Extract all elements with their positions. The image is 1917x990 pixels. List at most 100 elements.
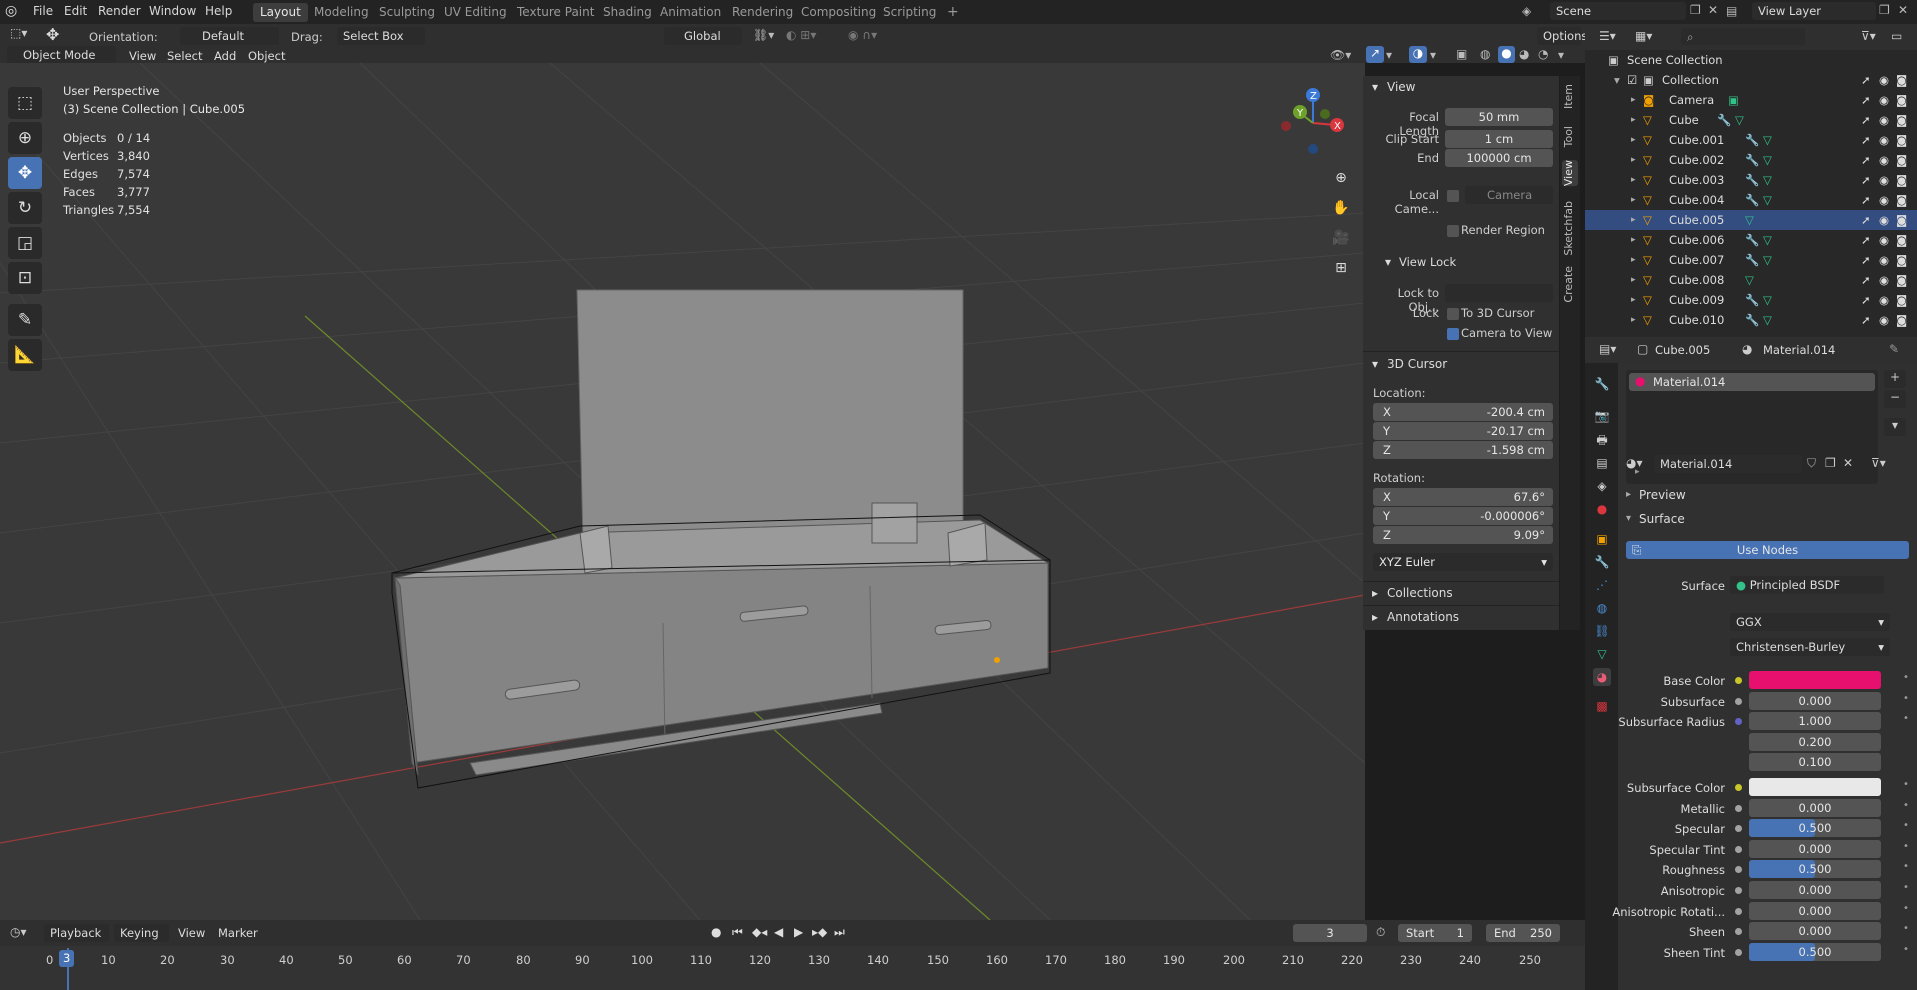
move-tool-icon[interactable]: ✥ <box>46 25 59 44</box>
eye-icon[interactable]: ◉ <box>1879 90 1889 110</box>
shader-input-field[interactable]: 0.000 <box>1749 799 1881 817</box>
surface-section-title[interactable]: Surface <box>1639 512 1685 526</box>
camera-render-icon[interactable]: ◙ <box>1896 270 1907 290</box>
header-menu-select[interactable]: Select <box>167 49 202 63</box>
start-frame-field[interactable]: Start 1 <box>1398 924 1472 942</box>
visibility-icon[interactable]: 👁▾ <box>1330 48 1351 62</box>
select-toggle-icon[interactable]: ➚ <box>1861 250 1871 270</box>
duplicate-icon[interactable]: ❐ <box>1825 456 1836 470</box>
chevron-right-icon[interactable]: ▸ <box>1631 210 1636 230</box>
camera-render-icon[interactable]: ◙ <box>1896 90 1907 110</box>
select-toggle-icon[interactable]: ➚ <box>1861 190 1871 210</box>
move-tool-icon[interactable]: ✥ <box>8 157 42 189</box>
select-toggle-icon[interactable]: ➚ <box>1861 310 1871 330</box>
shading-dropdown-icon[interactable]: ▾ <box>1558 48 1564 62</box>
shader-input-field[interactable]: 1.000 <box>1749 712 1881 730</box>
transform-tool-icon[interactable]: ⊡ <box>8 262 42 294</box>
output-tab-icon[interactable]: 🖶 <box>1593 431 1611 449</box>
camera-render-icon[interactable]: ◙ <box>1896 170 1907 190</box>
select-toggle-icon[interactable]: ➚ <box>1861 150 1871 170</box>
jump-keyframe-back-icon[interactable]: ◆◂ <box>752 925 767 939</box>
scene-icon[interactable]: ◈ <box>1522 4 1531 18</box>
overlay-toggle-icon[interactable]: ◑ <box>1409 46 1427 63</box>
shader-input-field[interactable]: 0.000 <box>1749 692 1881 710</box>
menu-file[interactable]: File <box>33 4 53 18</box>
tab-uv-editing[interactable]: UV Editing <box>437 3 514 22</box>
gizmo-dropdown-icon[interactable]: ▾ <box>1386 48 1392 62</box>
record-icon[interactable]: ● <box>711 925 721 939</box>
collections-section-title[interactable]: Collections <box>1387 586 1453 600</box>
chevron-right-icon[interactable]: ▸ <box>1631 250 1636 270</box>
subsurface-method-dropdown[interactable]: Christensen-Burley ▾ <box>1730 638 1890 656</box>
sidebar-tab-view[interactable]: View <box>1562 160 1578 187</box>
socket-icon[interactable] <box>1735 825 1742 832</box>
location-z-field[interactable]: Z -1.598 cm <box>1373 441 1553 459</box>
object-tab-icon[interactable]: ▣ <box>1593 530 1611 548</box>
outliner-row-collection[interactable]: ▾ ☑ ▣ Collection ➚ ◉ ◙ <box>1585 70 1917 90</box>
color-swatch[interactable] <box>1749 778 1881 796</box>
keyframe-dot-icon[interactable]: • <box>1903 779 1909 790</box>
outliner-row-object[interactable]: ▸ ▽ Cube.010 🔧 ▽ ➚ ◉ ◙ <box>1585 310 1917 330</box>
chevron-down-icon[interactable]: ▾ <box>1626 513 1631 524</box>
render-region-checkbox[interactable] <box>1447 225 1459 237</box>
camera-render-icon[interactable]: ◙ <box>1896 110 1907 130</box>
socket-icon[interactable] <box>1735 866 1742 873</box>
socket-icon[interactable] <box>1735 928 1742 935</box>
outliner-row-object[interactable]: ▸ ▽ Cube.003 🔧 ▽ ➚ ◉ ◙ <box>1585 170 1917 190</box>
eye-icon[interactable]: ◉ <box>1879 190 1889 210</box>
camera-render-icon[interactable]: ◙ <box>1896 230 1907 250</box>
annotate-tool-icon[interactable]: ✎ <box>8 304 42 336</box>
chevron-right-icon[interactable]: ▸ <box>1631 130 1636 150</box>
chevron-down-icon[interactable]: ▾ <box>1614 70 1620 90</box>
camera-to-view-checkbox[interactable] <box>1447 328 1459 340</box>
focal-length-field[interactable]: 50 mm <box>1445 108 1553 126</box>
eye-icon[interactable]: ◉ <box>1879 70 1889 90</box>
chevron-right-icon[interactable]: ▸ <box>1631 170 1636 190</box>
menu-render[interactable]: Render <box>98 4 141 18</box>
eye-icon[interactable]: ◉ <box>1879 210 1889 230</box>
keying-menu[interactable]: Keying <box>114 924 169 942</box>
lock-to-object-field[interactable] <box>1445 284 1553 302</box>
editor-type-icon[interactable]: ☰▾ <box>1599 29 1616 43</box>
select-toggle-icon[interactable]: ➚ <box>1861 210 1871 230</box>
camera-render-icon[interactable]: ◙ <box>1896 290 1907 310</box>
blender-logo-icon[interactable]: ◎ <box>5 3 21 19</box>
eye-icon[interactable]: ◉ <box>1879 150 1889 170</box>
pan-hand-icon[interactable]: ✋ <box>1330 200 1352 222</box>
location-y-field[interactable]: Y -20.17 cm <box>1373 422 1553 440</box>
socket-icon[interactable] <box>1735 908 1742 915</box>
end-frame-field[interactable]: End 250 <box>1486 924 1560 942</box>
close-icon[interactable]: ✕ <box>1708 3 1718 17</box>
rotation-mode-dropdown[interactable]: XYZ Euler ▾ <box>1373 553 1553 571</box>
keyframe-dot-icon[interactable]: • <box>1903 944 1909 955</box>
filter-icon[interactable]: ⊽▾ <box>1861 29 1876 43</box>
fake-user-icon[interactable]: ⛉ <box>1807 456 1816 471</box>
options-dropdown[interactable]: Options <box>1537 27 1587 45</box>
zoom-icon[interactable]: ⊕ <box>1330 170 1352 192</box>
pivot-icon[interactable]: ⛓▾ <box>753 28 774 42</box>
close-icon[interactable]: ✕ <box>1898 3 1908 17</box>
eye-icon[interactable]: ◉ <box>1879 130 1889 150</box>
copy-view-layer-icon[interactable]: ❐ <box>1879 3 1890 17</box>
distribution-dropdown[interactable]: GGX ▾ <box>1730 613 1890 631</box>
navigation-gizmo[interactable]: Z X Y <box>1270 83 1350 163</box>
outliner-row-object[interactable]: ▸ ▽ Cube.004 🔧 ▽ ➚ ◉ ◙ <box>1585 190 1917 210</box>
chevron-right-icon[interactable]: ▸ <box>1631 270 1636 290</box>
material-browse-icon[interactable]: ◕▾ <box>1626 456 1643 470</box>
tab-texture-paint[interactable]: Texture Paint <box>510 3 601 22</box>
checkbox-icon[interactable]: ☑ <box>1627 70 1637 90</box>
shader-input-field[interactable]: 0.000 <box>1749 922 1881 940</box>
chevron-right-icon[interactable]: ▸ <box>1631 150 1636 170</box>
mode-dropdown[interactable]: Object Mode <box>7 46 116 64</box>
chevron-right-icon[interactable]: ▸ <box>1631 90 1636 110</box>
rendered-shading-icon[interactable]: ◔ <box>1538 47 1548 61</box>
scene-tab-icon[interactable]: ◈ <box>1593 477 1611 495</box>
outliner-row-object[interactable]: ▸ ▽ Cube.008 ▽ ➚ ◉ ◙ <box>1585 270 1917 290</box>
tv-stand-model[interactable] <box>394 289 1050 776</box>
outliner-row-object[interactable]: ▸ ▽ Cube.009 🔧 ▽ ➚ ◉ ◙ <box>1585 290 1917 310</box>
chevron-right-icon[interactable]: ▸ <box>1631 110 1636 130</box>
chevron-right-icon[interactable]: ▸ <box>1631 190 1636 210</box>
current-frame-field[interactable]: 3 <box>1293 924 1367 942</box>
select-toggle-icon[interactable]: ➚ <box>1861 270 1871 290</box>
shader-input-field[interactable]: 0.500 <box>1749 819 1881 837</box>
